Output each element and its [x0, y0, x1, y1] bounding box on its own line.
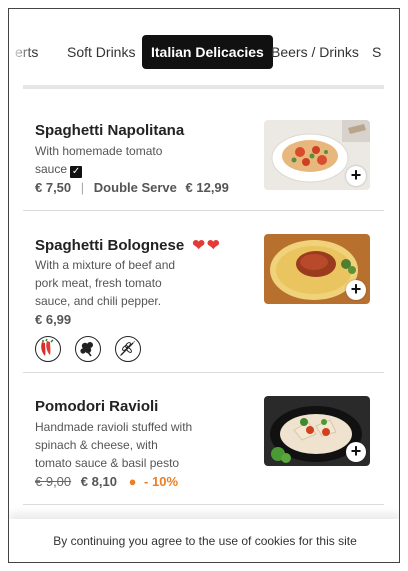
item-title: Spaghetti Napolitana: [35, 122, 185, 139]
item-price: € 7,50: [35, 180, 72, 195]
item-divider: [23, 504, 384, 505]
item-divider: [23, 210, 384, 211]
celery-glyph: [80, 342, 93, 357]
tab-soft-drinks[interactable]: Soft Drinks: [67, 35, 135, 69]
chili-pepper-glyph: [41, 338, 54, 356]
chili-pepper-icon[interactable]: [35, 336, 61, 362]
add-to-cart-button[interactable]: +: [346, 166, 366, 186]
heart-icon: ❤: [206, 237, 220, 254]
heart-icon: ❤: [192, 237, 205, 254]
menu-item-spaghetti-napolitana[interactable]: Spaghetti Napolitana With homemade tomat…: [23, 117, 384, 209]
item-title-row: Spaghetti Bolognese ❤ ❤: [35, 236, 220, 254]
tabs-fade-right: [381, 35, 399, 69]
item-image[interactable]: +: [264, 120, 370, 190]
item-divider: [23, 372, 384, 373]
item-title: Pomodori Ravioli: [35, 398, 159, 415]
item-title: Spaghetti Bolognese: [35, 237, 185, 254]
item-description: Handmade ravioli stuffed with spinach & …: [35, 420, 193, 470]
category-tabs: erts Soft Drinks Italian Delicacies Beer…: [9, 35, 399, 69]
item-price: € 8,10: [80, 474, 117, 489]
tab-next[interactable]: S: [372, 35, 381, 69]
item-price-row: € 7,50 | Double Serve € 12,99: [35, 180, 229, 195]
tabs-divider: [23, 85, 384, 89]
price-separator: |: [80, 180, 85, 195]
item-image[interactable]: +: [264, 234, 370, 304]
menu-page: erts Soft Drinks Italian Delicacies Beer…: [8, 8, 400, 563]
add-to-cart-button[interactable]: +: [346, 280, 366, 300]
item-description: With a mixture of beef and pork meat, fr…: [35, 258, 176, 308]
discount-badge: - 10%: [144, 474, 179, 489]
add-to-cart-button[interactable]: +: [346, 442, 366, 462]
tab-italian-delicacies[interactable]: Italian Delicacies: [142, 35, 273, 69]
cookie-notice[interactable]: By continuing you agree to the use of co…: [9, 519, 399, 562]
item-description: With homemade tomato sauce ✓: [35, 142, 205, 178]
allergen-icons: [35, 336, 155, 364]
tab-beers-drinks[interactable]: Beers / Drinks: [271, 35, 359, 69]
wheat-glyph: [119, 340, 136, 357]
option-price: € 12,99: [185, 180, 229, 195]
tag-icon: ●: [128, 474, 137, 489]
old-price: € 9,00: [35, 474, 72, 489]
option-label: Double Serve: [93, 180, 177, 195]
gluten-icon[interactable]: [115, 336, 141, 362]
description-line-1: With homemade tomato: [35, 144, 163, 158]
menu-item-spaghetti-bolognese[interactable]: Spaghetti Bolognese ❤ ❤ With a mixture of…: [23, 231, 384, 371]
item-price: € 6,99: [35, 312, 72, 327]
checkbox-icon: ✓: [70, 166, 83, 178]
description-line-2: sauce: [35, 162, 68, 176]
item-image[interactable]: +: [264, 396, 370, 466]
item-price-row: € 9,00 € 8,10 ● - 10%: [35, 474, 178, 489]
tabs-fade-left: [9, 35, 33, 69]
menu-item-pomodori-ravioli[interactable]: Pomodori Ravioli Handmade ravioli stuffe…: [23, 393, 384, 503]
celery-icon[interactable]: [75, 336, 101, 362]
